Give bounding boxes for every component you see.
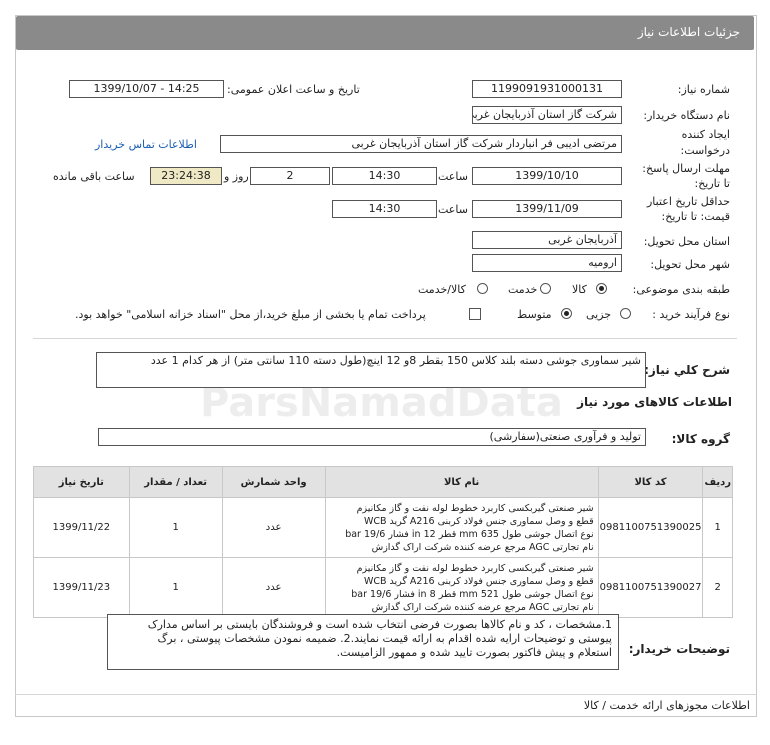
category-goods-label: کالا [572,283,587,296]
purchase-partial-label: جزیی [586,308,612,321]
page: جزئیات اطلاعات نیاز ParsNamadData شماره … [0,0,770,745]
validity-time-field[interactable]: 14:30 [332,200,437,218]
name-line: قطع و وصل سماوری جنس فولاد کربنی A216 گر… [363,575,594,587]
cell-row: 2 [702,557,733,618]
category-service-radio[interactable] [540,283,551,294]
creator-label-1: ایجاد کننده [681,128,730,141]
treasury-payment-note: پرداخت تمام یا بخشی از مبلغ خرید،از محل … [75,308,426,321]
deadline-label-2: تا تاریخ: [694,177,730,190]
city-field[interactable]: ارومیه [472,254,622,272]
buyer-contact-link[interactable]: اطلاعات تماس خریدار [95,138,197,151]
buyer-notes-label: توضیحات خریدار: [628,642,730,656]
goods-group-label: گروه کالا: [671,432,730,446]
name-line: نام تجارتی AGC مرجع عرضه کننده شرکت اراک… [371,601,594,613]
cell-qty: 1 [128,497,223,558]
announce-value: 1399/10/07 - 14:25 [93,82,200,95]
cell-name: شیر صنعتی گیربکسی کاربرد خطوط لوله نفت و… [324,497,599,558]
city-label: شهر محل تحویل: [650,258,730,271]
notes-line: استعلام و پیش فاکتور بصورت تایید شده و م… [336,646,612,659]
validity-date-field[interactable]: 1399/11/09 [472,200,622,218]
days-label: روز و [224,170,249,183]
cell-name: شیر صنعتی گیربکسی کاربرد خطوط لوله نفت و… [324,557,599,618]
divider [33,338,737,339]
category-both-label: کالا/خدمت [418,283,466,296]
cell-code: 0981100751390027 [597,557,704,618]
table-header-row: ردیف کد کالا نام کالا واحد شمارش تعداد /… [33,466,733,498]
cell-unit: عدد [221,557,326,618]
announce-field[interactable]: 1399/10/07 - 14:25 [69,80,224,98]
col-unit: واحد شمارش [221,466,326,498]
notes-line: پیوستی و توضیحات ارایه شده اقدام به ارائ… [157,632,612,645]
col-date: تاریخ نیاز [33,466,130,498]
buyer-label: نام دستگاه خریدار: [643,109,730,122]
col-name: نام کالا [324,466,599,498]
name-line: نام تجارتی AGC مرجع عرضه کننده شرکت اراک… [371,541,594,553]
validity-label-1: حداقل تاریخ اعتبار [646,195,730,208]
summary-label: شرح کلي نياز: [644,363,730,377]
notes-line: 1.مشخصات ، کد و نام کالاها بصورت فرضی ان… [147,618,612,631]
buyer-notes-box[interactable]: 1.مشخصات ، کد و نام کالاها بصورت فرضی ان… [107,614,619,670]
license-info-label: اطلاعات مجوزهای ارائه خدمت / کالا [583,699,750,712]
table-row[interactable]: 2 0981100751390027 شیر صنعتی گیربکسی کار… [33,557,733,618]
category-label: طبقه بندی موضوعی: [632,283,730,296]
purchase-label: نوع فرآیند خرید : [652,308,730,321]
purchase-medium-label: متوسط [517,308,552,321]
days-field[interactable]: 2 [250,167,330,185]
treasury-payment-checkbox[interactable] [469,308,481,320]
goods-table: ردیف کد کالا نام کالا واحد شمارش تعداد /… [33,466,733,618]
col-code: کد کالا [597,466,704,498]
goods-group-field[interactable]: تولید و فرآوری صنعتی(سفارشی) [98,428,646,446]
cell-unit: عدد [221,497,326,558]
deadline-date-field[interactable]: 1399/10/10 [472,167,622,185]
deadline-time-field[interactable]: 14:30 [332,167,437,185]
page-header: جزئیات اطلاعات نیاز [16,16,754,50]
buyer-field[interactable]: شرکت گاز استان آذربایجان غربی [472,106,622,124]
purchase-medium-radio[interactable] [561,308,572,319]
name-line: شیر صنعتی گیربکسی کاربرد خطوط لوله نفت و… [356,502,594,514]
deadline-time-label: ساعت [438,170,468,183]
category-service-label: خدمت [508,283,538,296]
category-goods-radio[interactable] [596,283,607,294]
creator-label-2: درخواست: [680,144,730,157]
remaining-time-field: 23:24:38 [150,167,222,185]
name-line: نوع اتصال جوشی طول 635 mm قطر 12 in فشار… [345,528,594,540]
deadline-label-1: مهلت ارسال پاسخ: [642,162,730,175]
announce-label: تاریخ و ساعت اعلان عمومی: [227,83,360,96]
province-label: استان محل تحویل: [643,235,730,248]
col-row: ردیف [702,466,733,498]
summary-field[interactable]: شیر سماوری جوشی دسته بلند کلاس 150 بقطر … [96,352,646,388]
cell-qty: 1 [128,557,223,618]
validity-label-2: قیمت: تا تاریخ: [661,210,730,223]
name-line: قطع و وصل سماوری جنس فولاد کربنی A216 گر… [363,515,594,527]
province-field[interactable]: آذربایجان غربی [472,231,622,249]
goods-section-title: اطلاعات کالاهای مورد نیاز [577,395,732,409]
need-number-label: شماره نیاز: [677,83,730,96]
category-both-radio[interactable] [477,283,488,294]
need-number-field[interactable]: 1199091931000131 [472,80,622,98]
cell-row: 1 [702,497,733,558]
name-line: شیر صنعتی گیربکسی کاربرد خطوط لوله نفت و… [356,562,594,574]
cell-date: 1399/11/23 [33,557,130,618]
footer-divider [15,694,757,695]
cell-code: 0981100751390025 [597,497,704,558]
remaining-label: ساعت باقی مانده [53,170,135,183]
table-row[interactable]: 1 0981100751390025 شیر صنعتی گیربکسی کار… [33,497,733,558]
col-qty: تعداد / مقدار [128,466,223,498]
cell-date: 1399/11/22 [33,497,130,558]
purchase-partial-radio[interactable] [620,308,631,319]
validity-time-label: ساعت [438,203,468,216]
name-line: نوع اتصال جوشی طول 521 mm قطر 8 in فشار … [351,588,594,600]
page-title: جزئیات اطلاعات نیاز [637,25,740,39]
creator-field[interactable]: مرتضی ادیبی فر انباردار شرکت گاز استان آ… [220,135,622,153]
